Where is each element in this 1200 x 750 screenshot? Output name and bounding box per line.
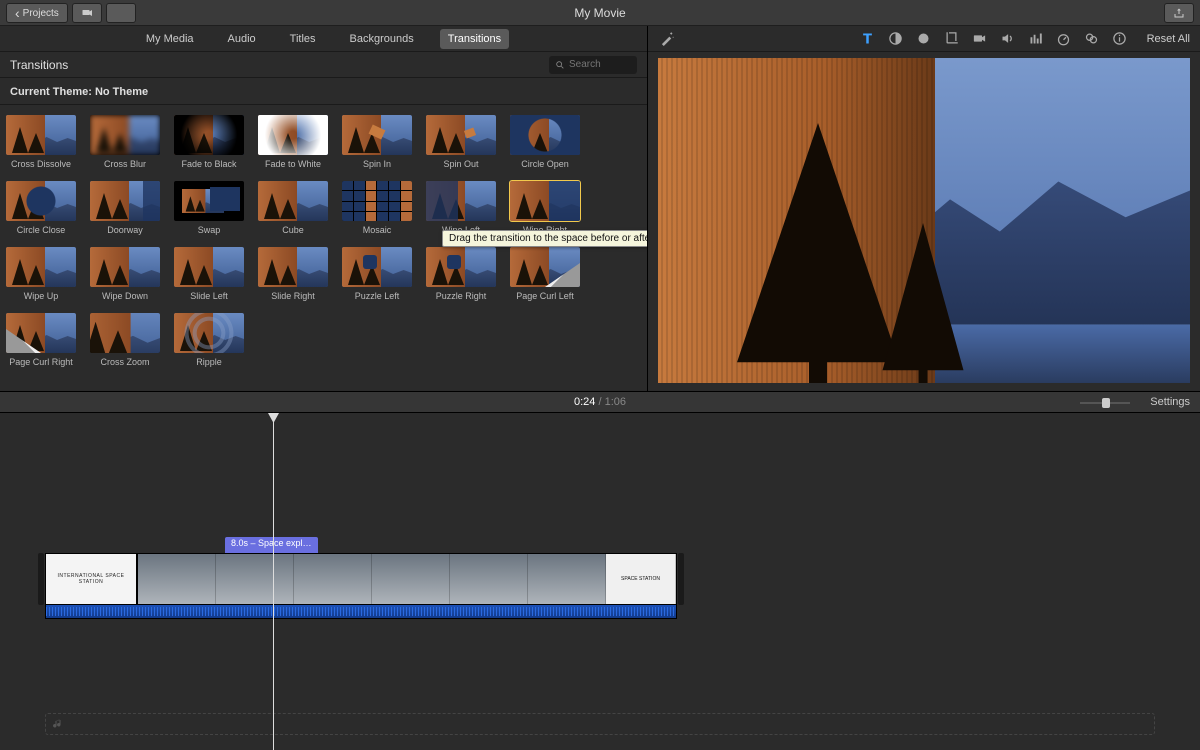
transition-puzzle-right[interactable]: Puzzle Right [426,247,496,301]
search-field[interactable] [549,56,637,74]
tab-my-media[interactable]: My Media [138,29,202,49]
transition-label: Spin Out [443,159,478,169]
transition-page-curl-right[interactable]: Page Curl Right [6,313,76,367]
titlebar: Projects My Movie [0,0,1200,26]
crop-icon[interactable] [943,30,961,48]
transition-spin-in[interactable]: Spin In [342,115,412,169]
media-browser: My Media Audio Titles Backgrounds Transi… [0,26,648,391]
clip-info-tag: 8.0s – Space expl… [225,537,318,553]
tab-audio[interactable]: Audio [220,29,264,49]
transition-mosaic[interactable]: Mosaic [342,181,412,235]
transition-ripple[interactable]: Ripple [174,313,244,367]
transition-wipe-down[interactable]: Wipe Down [90,247,160,301]
magic-wand-icon[interactable] [658,30,676,48]
transition-label: Slide Right [271,291,315,301]
timeline-header: 0:24 / 1:06 Settings [0,391,1200,413]
transition-label: Puzzle Right [436,291,487,301]
transition-label: Page Curl Right [9,357,73,367]
transition-page-curl-left[interactable]: Page Curl Left [510,247,580,301]
transition-circle-open[interactable]: Circle Open [510,115,580,169]
zoom-slider[interactable] [1080,397,1130,409]
equalizer-icon[interactable] [1027,30,1045,48]
search-input[interactable] [569,59,629,70]
share-button[interactable] [1164,3,1194,23]
projects-back-button[interactable]: Projects [6,3,68,23]
tab-transitions[interactable]: Transitions [440,29,509,49]
import-media-button[interactable] [72,3,102,23]
browser-tabs: My Media Audio Titles Backgrounds Transi… [0,26,647,52]
transition-slide-right[interactable]: Slide Right [258,247,328,301]
download-button[interactable] [106,3,136,23]
video-clip[interactable]: SPACE STATION [137,553,677,605]
filter-icon[interactable] [1083,30,1101,48]
transition-label: Cube [282,225,304,235]
transition-cross-dissolve[interactable]: Cross Dissolve [6,115,76,169]
timecode-current: 0:24 [574,396,595,408]
transition-label: Cross Zoom [100,357,149,367]
transition-wipe-right[interactable]: Wipe Right [510,181,580,235]
tab-backgrounds[interactable]: Backgrounds [342,29,422,49]
timecode: 0:24 / 1:06 [574,396,626,408]
search-icon [555,60,565,70]
camera-icon[interactable] [971,30,989,48]
preview-panel: Reset All [648,26,1200,391]
transition-label: Cross Blur [104,159,146,169]
transition-label: Fade to White [265,159,321,169]
transition-cross-blur[interactable]: Cross Blur [90,115,160,169]
transition-fade-to-black[interactable]: Fade to Black [174,115,244,169]
text-icon[interactable] [859,30,877,48]
transition-label: Cross Dissolve [11,159,71,169]
title-clip[interactable]: INTERNATIONAL SPACE STATION [45,553,137,605]
color-wheel-icon[interactable] [915,30,933,48]
transition-puzzle-left[interactable]: Puzzle Left [342,247,412,301]
transition-spin-out[interactable]: Spin Out [426,115,496,169]
project-title: My Movie [574,6,625,20]
music-note-icon [52,718,64,730]
info-icon[interactable] [1111,30,1129,48]
transitions-grid: Cross Dissolve Cross Blur Fade to Black Fad… [0,105,647,391]
transition-label: Circle Close [17,225,66,235]
transition-fade-to-white[interactable]: Fade to White [258,115,328,169]
transition-cross-zoom[interactable]: Cross Zoom [90,313,160,367]
transition-label: Wipe Up [24,291,59,301]
timeline[interactable]: 8.0s – Space expl… INTERNATIONAL SPACE S… [0,413,1200,750]
clip-trim-handle-right[interactable] [678,553,684,605]
preview-viewport[interactable] [658,58,1190,383]
transition-slide-left[interactable]: Slide Left [174,247,244,301]
transition-label: Puzzle Left [355,291,400,301]
timecode-total: 1:06 [605,396,626,408]
transition-label: Fade to Black [181,159,236,169]
transition-label: Mosaic [363,225,392,235]
audio-waveform[interactable] [45,605,677,619]
transition-label: Spin In [363,159,391,169]
transition-circle-close[interactable]: Circle Close [6,181,76,235]
transition-wipe-up[interactable]: Wipe Up [6,247,76,301]
transition-label: Doorway [107,225,143,235]
transition-label: Slide Left [190,291,228,301]
reset-all-button[interactable]: Reset All [1147,33,1190,45]
transition-label: Wipe Down [102,291,148,301]
tab-titles[interactable]: Titles [282,29,324,49]
transition-wipe-left[interactable]: Wipe Left [426,181,496,235]
transition-label: Page Curl Left [516,291,574,301]
drag-hint-tooltip: Drag the transition to the space before … [442,230,647,247]
browser-heading: Transitions [10,58,549,72]
music-drop-track[interactable] [45,713,1155,735]
volume-icon[interactable] [999,30,1017,48]
transition-label: Swap [198,225,221,235]
transition-cube[interactable]: Cube [258,181,328,235]
timeline-settings-button[interactable]: Settings [1150,396,1190,408]
video-track[interactable]: INTERNATIONAL SPACE STATION SPACE STATIO… [45,553,677,613]
preview-toolbar: Reset All [648,26,1200,52]
transition-label: Ripple [196,357,222,367]
speed-icon[interactable] [1055,30,1073,48]
clip-trim-handle-left[interactable] [38,553,44,605]
transition-label: Circle Open [521,159,569,169]
transition-doorway[interactable]: Doorway [90,181,160,235]
playhead[interactable] [273,413,274,750]
transition-swap[interactable]: Swap [174,181,244,235]
color-balance-icon[interactable] [887,30,905,48]
theme-indicator: Current Theme: No Theme [0,78,647,105]
